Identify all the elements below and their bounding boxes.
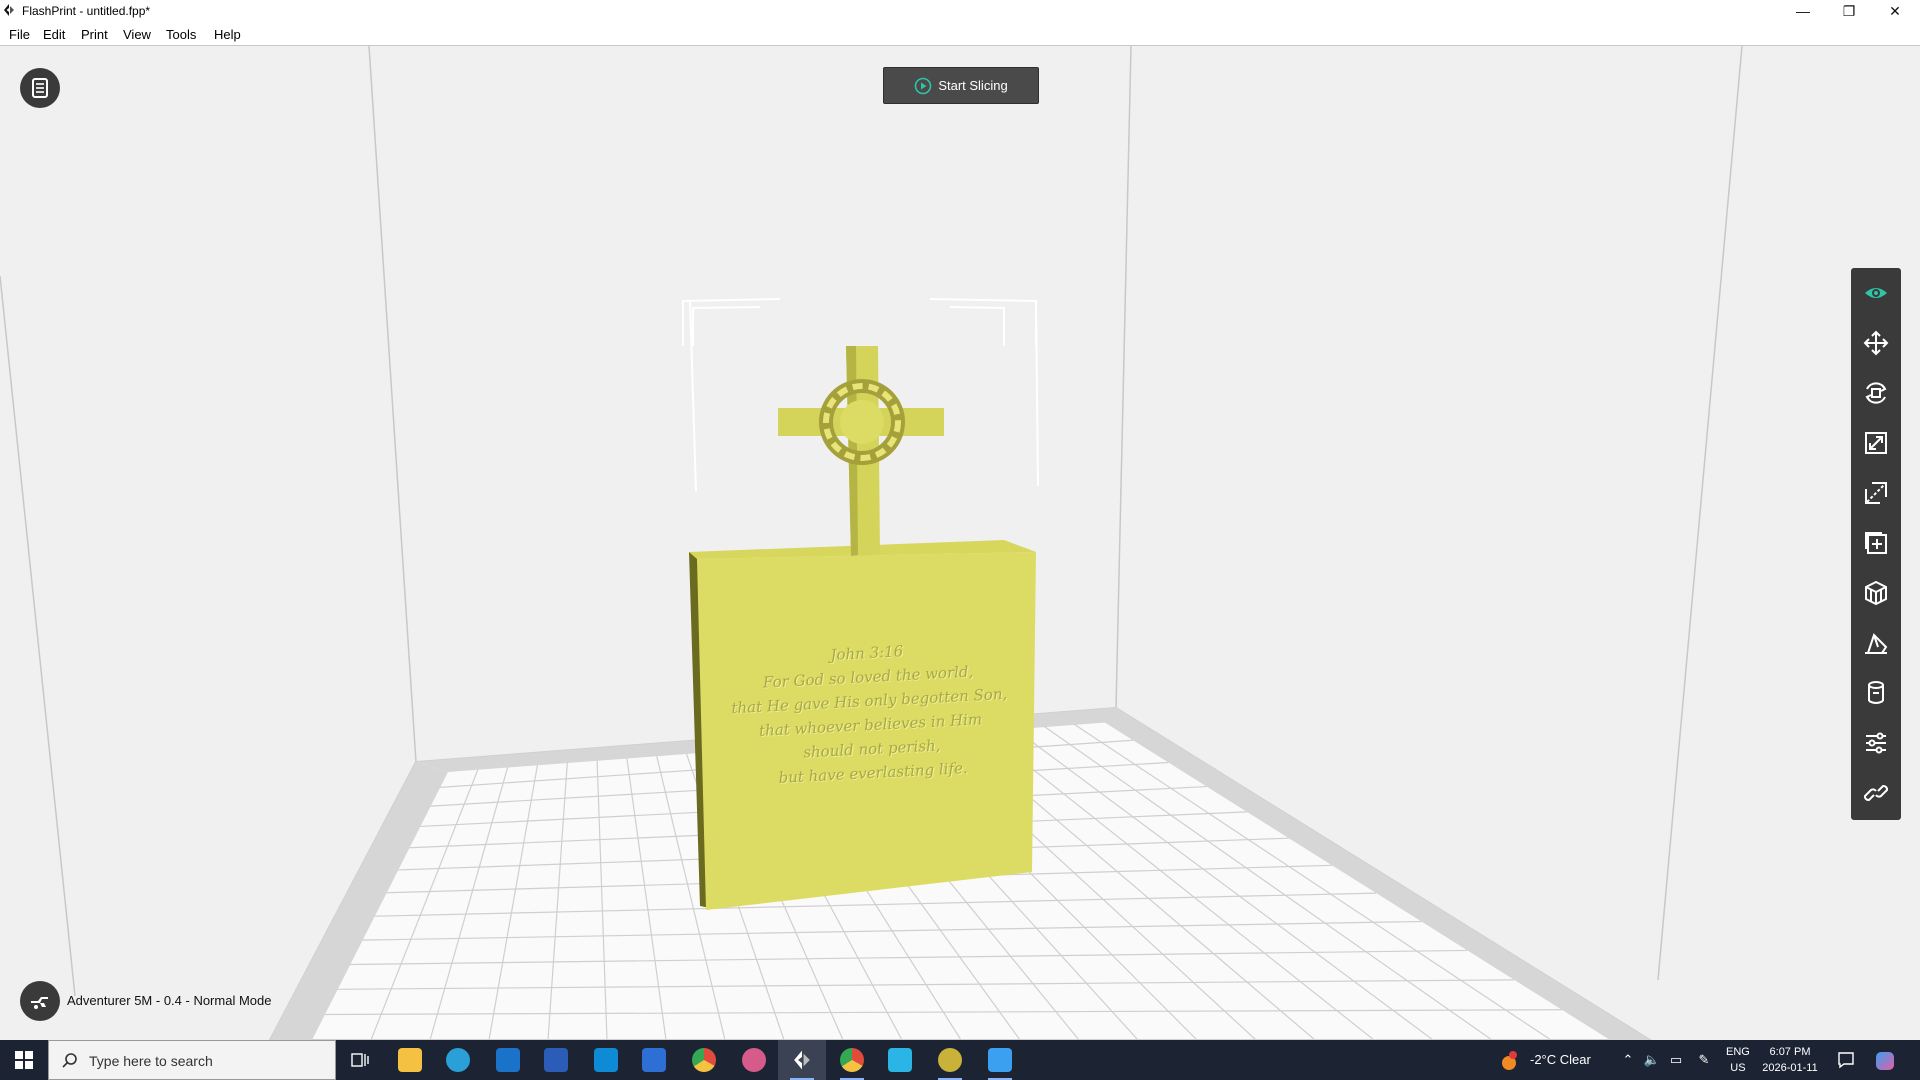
supports-icon [1865, 580, 1887, 606]
globe-icon [938, 1048, 962, 1072]
taskbar-store-app[interactable] [582, 1040, 630, 1080]
build-volume-scene[interactable] [0, 46, 1920, 1040]
title-bar: FlashPrint - untitled.fpp* — ❐ ✕ [0, 0, 1920, 22]
taskbar-edge[interactable] [434, 1040, 482, 1080]
taskbar-flashprint[interactable] [778, 1040, 826, 1080]
chrome-icon [692, 1048, 716, 1072]
n-app-icon [888, 1048, 912, 1072]
printer-icon [31, 997, 48, 1009]
copilot-icon[interactable] [1874, 1050, 1896, 1072]
tool-scale[interactable] [1851, 418, 1901, 468]
taskbar-photos-app[interactable] [976, 1040, 1024, 1080]
flashprint-app-icon [4, 4, 14, 16]
network-icon[interactable]: ▭ [1666, 1050, 1686, 1070]
close-button[interactable]: ✕ [1872, 0, 1918, 22]
tool-move[interactable] [1851, 318, 1901, 368]
clock-date: 2026-01-11 [1762, 1062, 1818, 1074]
restore-button[interactable]: ❐ [1826, 0, 1872, 22]
scale-icon [1865, 432, 1887, 454]
search-icon [62, 1053, 77, 1068]
windows-logo-icon [15, 1051, 33, 1069]
volume-icon[interactable]: 🔈 [1642, 1050, 1662, 1070]
menu-view[interactable]: View [123, 27, 151, 42]
task-view-icon [351, 1053, 369, 1067]
tool-rotate[interactable] [1851, 368, 1901, 418]
eye-icon [1865, 288, 1887, 298]
lay-flat-icon [1865, 633, 1888, 654]
tool-add[interactable] [1851, 518, 1901, 568]
search-placeholder: Type here to search [89, 1053, 213, 1069]
menu-file[interactable]: File [9, 27, 30, 42]
folder-icon [398, 1048, 422, 1072]
printer-status-label: Adventurer 5M - 0.4 - Normal Mode [67, 993, 272, 1008]
start-slicing-button[interactable]: Start Slicing [883, 67, 1039, 104]
language-region: US [1730, 1062, 1746, 1074]
add-icon [1865, 532, 1887, 554]
minimize-button[interactable]: — [1780, 0, 1826, 22]
clock-time: 6:07 PM [1769, 1046, 1811, 1058]
model-engraved-text: John 3:16 For God so loved the world, th… [716, 633, 1023, 793]
rotate-icon [1865, 382, 1887, 404]
taskbar-outlook[interactable] [484, 1040, 532, 1080]
edge-icon [446, 1048, 470, 1072]
tool-lay-flat[interactable] [1851, 618, 1901, 668]
taskbar-globe-app[interactable] [926, 1040, 974, 1080]
document-list-icon [32, 78, 48, 98]
paint-icon [742, 1048, 766, 1072]
taskbar-app-n[interactable] [876, 1040, 924, 1080]
tool-connect[interactable] [1851, 768, 1901, 818]
microsoft-store-icon [642, 1048, 666, 1072]
photos-icon [988, 1048, 1012, 1072]
tool-view[interactable] [1851, 268, 1901, 318]
start-slicing-label: Start Slicing [938, 78, 1008, 93]
menu-tools[interactable]: Tools [166, 27, 196, 42]
chrome-profile-icon [840, 1048, 864, 1072]
3d-model[interactable] [689, 346, 1036, 910]
tray-chevron-icon[interactable]: ⌃ [1618, 1050, 1638, 1070]
menu-edit[interactable]: Edit [43, 27, 65, 42]
tool-supports[interactable] [1851, 568, 1901, 618]
taskbar-word[interactable] [532, 1040, 580, 1080]
right-toolbar [1851, 268, 1901, 820]
cut-icon [1865, 482, 1887, 504]
menu-print[interactable]: Print [81, 27, 108, 42]
weather-icon[interactable] [1498, 1050, 1520, 1072]
taskbar-task-view[interactable] [336, 1040, 384, 1080]
language-code: ENG [1726, 1046, 1750, 1058]
flashprint-icon [794, 1050, 810, 1070]
tool-cut[interactable] [1851, 468, 1901, 518]
weather-text[interactable]: -2°C Clear [1530, 1052, 1591, 1067]
pen-icon[interactable]: ✎ [1694, 1050, 1714, 1070]
clock[interactable]: 6:07 PM 2026-01-11 [1760, 1044, 1820, 1076]
menu-bar: File Edit Print View Tools Help [0, 22, 1920, 46]
move-arrows-icon [1863, 330, 1889, 356]
tool-settings[interactable] [1851, 718, 1901, 768]
printer-button[interactable] [20, 981, 60, 1021]
notification-icon[interactable] [1836, 1050, 1856, 1070]
document-button[interactable] [20, 68, 60, 108]
start-button[interactable] [0, 1040, 48, 1080]
menu-help[interactable]: Help [214, 27, 241, 42]
outlook-icon [496, 1048, 520, 1072]
taskbar-search-box[interactable]: Type here to search [48, 1040, 336, 1080]
taskbar-paint-app[interactable] [730, 1040, 778, 1080]
taskbar-chrome[interactable] [680, 1040, 728, 1080]
link-icon [1863, 784, 1889, 802]
tool-extruder[interactable] [1851, 668, 1901, 718]
word-icon [544, 1048, 568, 1072]
window-title: FlashPrint - untitled.fpp* [22, 4, 151, 18]
taskbar-chrome-profile[interactable] [828, 1040, 876, 1080]
taskbar: Type here to search -2°C Clear ⌃ 🔈 ▭ ✎ E… [0, 1040, 1920, 1080]
taskbar-file-explorer[interactable] [386, 1040, 434, 1080]
play-circle-icon [915, 77, 932, 94]
sliders-icon [1866, 732, 1886, 754]
language-indicator[interactable]: ENG US [1726, 1044, 1750, 1076]
extruder-icon [1868, 681, 1884, 704]
store-icon [594, 1048, 618, 1072]
taskbar-microsoft-store[interactable] [630, 1040, 678, 1080]
3d-viewport[interactable]: John 3:16 For God so loved the world, th… [0, 46, 1920, 1040]
